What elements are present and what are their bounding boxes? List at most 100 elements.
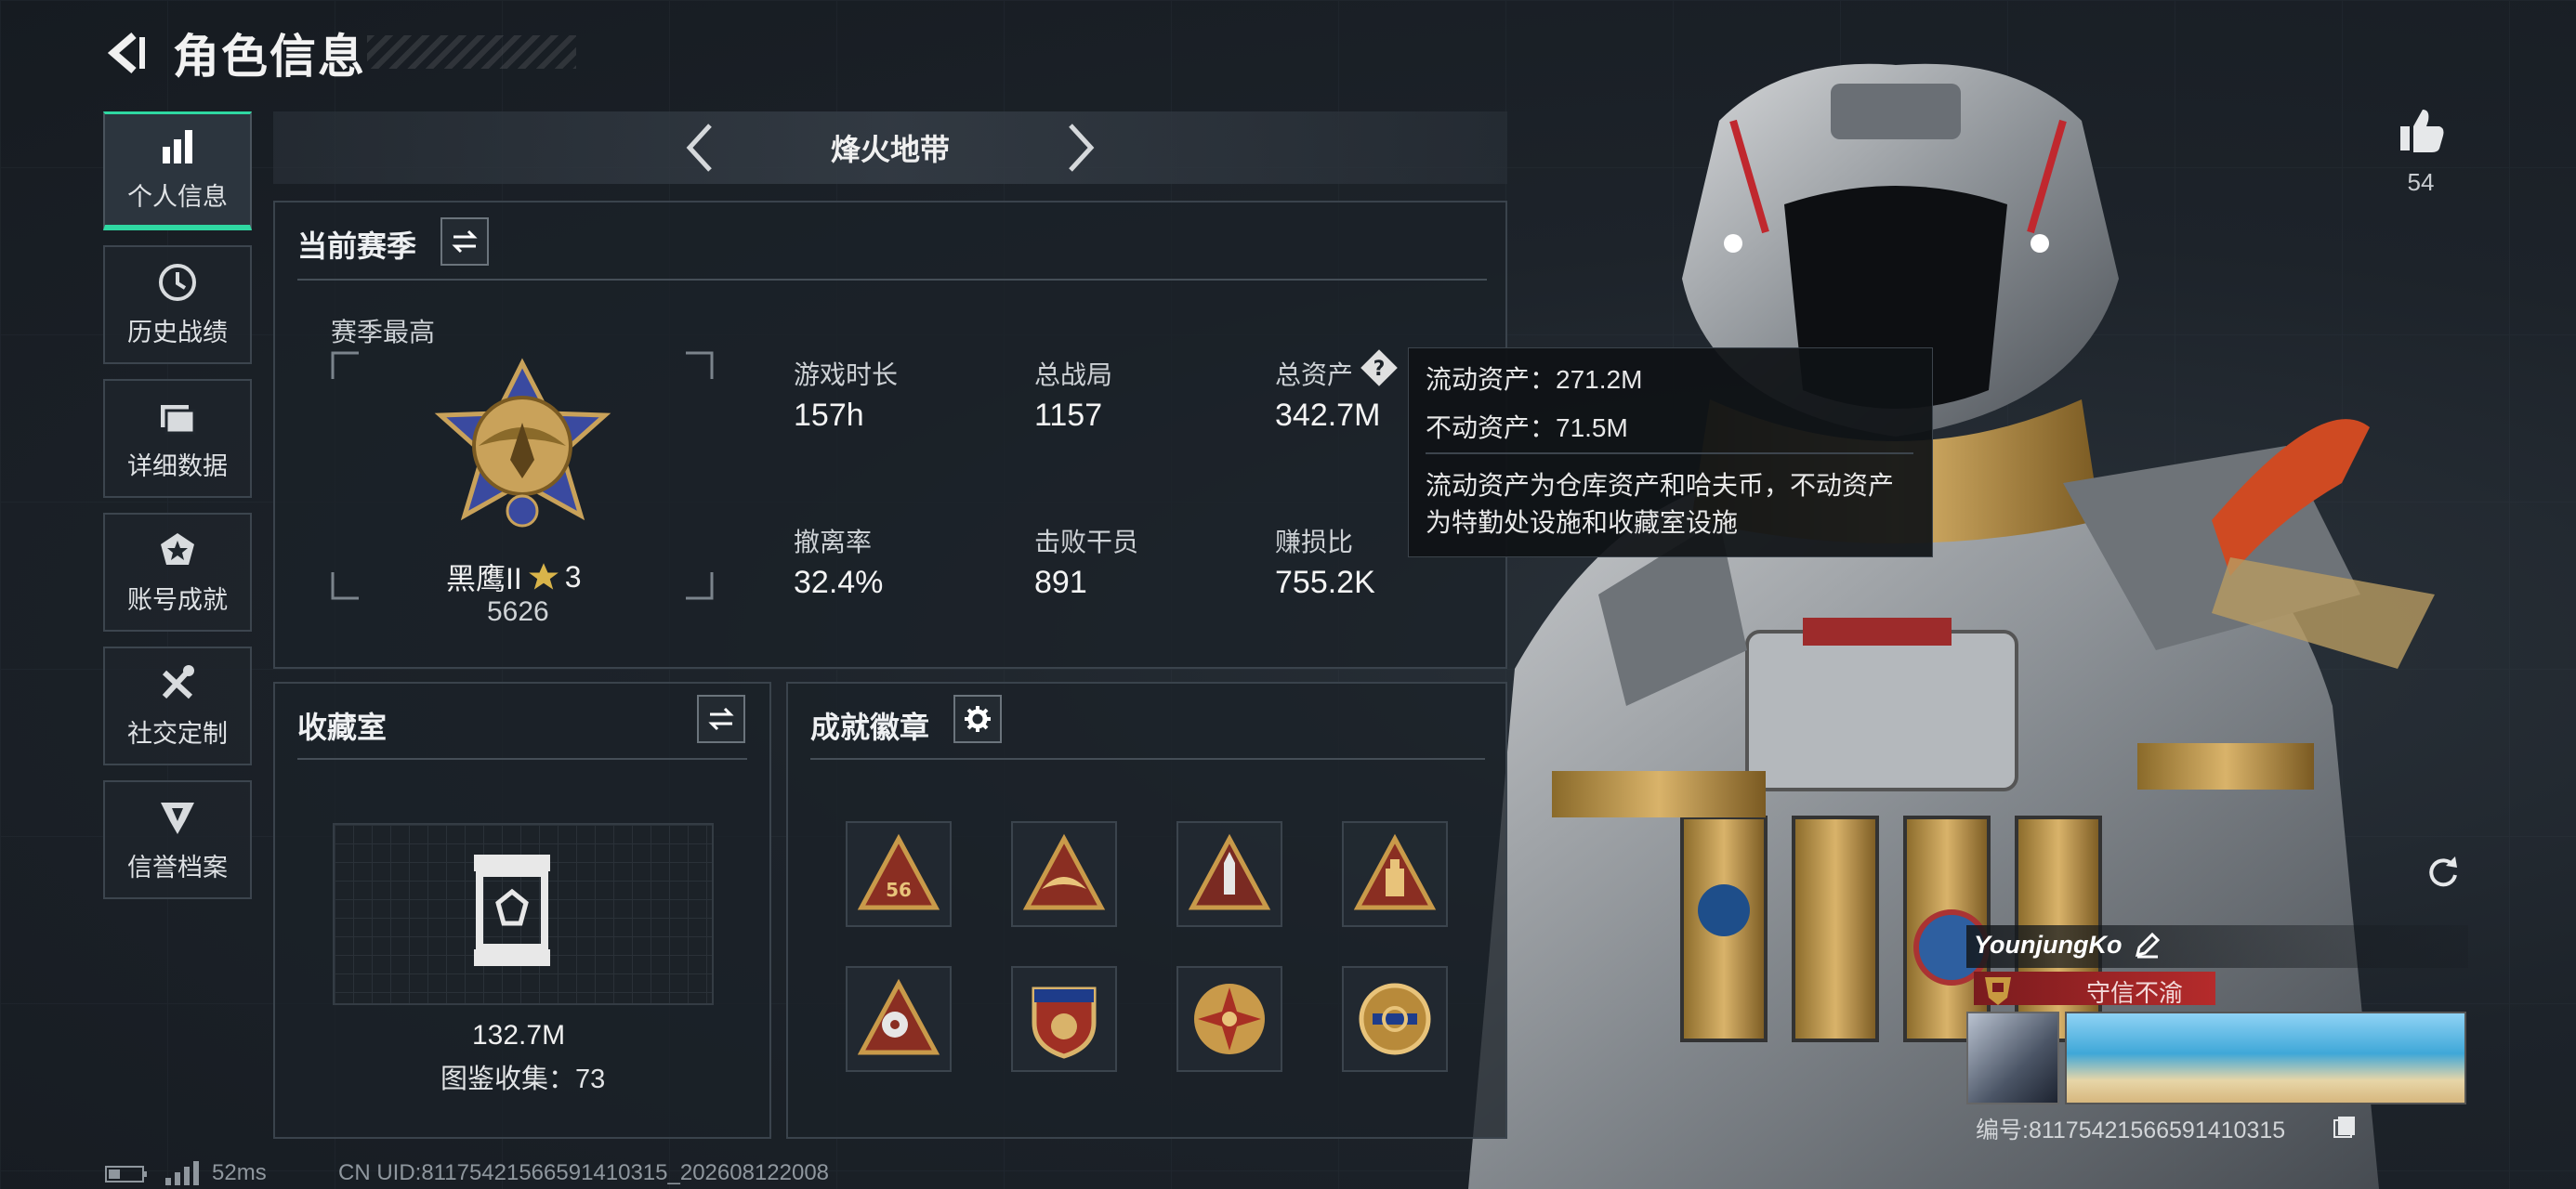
sidebar-item-label: 历史战绩 xyxy=(127,318,228,346)
stat-label-total-assets: 总资产 xyxy=(1275,360,1354,389)
badge-count-label: 56 xyxy=(886,879,912,901)
title-decoration xyxy=(367,35,576,69)
player-avatar[interactable] xyxy=(1966,1012,2059,1104)
back-arrow-icon[interactable] xyxy=(102,28,152,78)
badge-slot-3[interactable] xyxy=(1176,821,1282,927)
badge-triangle-wings-icon xyxy=(1022,833,1106,910)
cn-uid-text: CN UID:8117542156659141031​5_20260812200… xyxy=(338,1160,830,1185)
mode-next-button[interactable] xyxy=(1061,122,1098,174)
signal-icon xyxy=(165,1161,199,1185)
thumbs-up-icon xyxy=(2400,110,2444,152)
badges-settings-button[interactable] xyxy=(953,695,1002,743)
refresh-icon[interactable] xyxy=(2424,853,2461,890)
stat-value-kills: 891 xyxy=(1034,565,1087,600)
operator-character-art xyxy=(1468,63,2435,1189)
stat-value-playtime: 157h xyxy=(794,398,864,433)
svg-text:?: ? xyxy=(1373,358,1386,381)
tooltip-description-line2: 为特勤处设施和收藏室设施 xyxy=(1426,508,1739,537)
sidebar-item-credit-archive[interactable]: 信誉档案 xyxy=(103,780,252,899)
collection-codex: 图鉴收集：73 xyxy=(440,1065,606,1094)
clock-icon xyxy=(159,263,196,301)
tools-icon xyxy=(162,664,194,699)
stat-label-playtime: 游戏时长 xyxy=(794,360,899,389)
player-banner[interactable] xyxy=(2065,1012,2466,1104)
season-best-label: 赛季最高 xyxy=(331,318,436,346)
swap-icon xyxy=(708,707,734,731)
rank-score: 5626 xyxy=(487,596,549,627)
rank-stars: 3 xyxy=(564,559,582,594)
honor-badge-icon xyxy=(1985,977,2011,1005)
swap-icon xyxy=(452,229,478,254)
collection-value: 132.7M xyxy=(472,1020,566,1051)
sidebar: 个人信息 历史战绩 详细数据 账号成就 社交定制 信誉档案 xyxy=(103,111,254,914)
badge-slot-7[interactable] xyxy=(1176,966,1282,1072)
tooltip-description-line1: 流动资产为仓库资产和哈夫币，不动资产 xyxy=(1426,471,1895,500)
tooltip-liquid-assets: 流动资产：271.2M xyxy=(1426,365,1643,394)
page-title: 角色信息 xyxy=(173,31,366,83)
badge-round-crest-icon xyxy=(1359,983,1431,1055)
collection-divider xyxy=(297,758,747,760)
mode-title: 烽火地带 xyxy=(830,133,950,166)
chevron-left-icon xyxy=(686,124,712,172)
badge-cross-medal-icon xyxy=(1194,984,1265,1054)
stat-label-extraction-rate: 撤离率 xyxy=(794,528,873,556)
gear-icon xyxy=(965,706,991,732)
badge-triangle-bottle-icon xyxy=(1353,833,1437,910)
star-icon xyxy=(528,563,559,590)
page-header: 角色信息 xyxy=(102,20,366,85)
copy-icon[interactable] xyxy=(2333,1115,2357,1139)
stat-label-profit-ratio: 赚损比 xyxy=(1275,528,1354,556)
assets-tooltip: 流动资产：271.2M 不动资产：71.5M 流动资产为仓库资产和哈夫币，不动资… xyxy=(1408,347,1933,557)
badge-triangle-rocket-icon xyxy=(1188,833,1271,910)
season-switch-button[interactable] xyxy=(440,217,489,266)
stat-label-kills: 击败干员 xyxy=(1034,528,1139,556)
player-id: 编号:8117542156659141031​5 xyxy=(1976,1117,2286,1143)
collection-switch-button[interactable] xyxy=(697,695,745,743)
stat-value-total-assets: 342.7M xyxy=(1275,398,1381,433)
like-count: 54 xyxy=(2407,168,2435,196)
sidebar-item-label: 社交定制 xyxy=(127,719,228,748)
battery-icon xyxy=(105,1166,147,1182)
sidebar-item-detailed-data[interactable]: 详细数据 xyxy=(103,379,252,498)
mode-prev-button[interactable] xyxy=(682,122,719,174)
sidebar-item-personal-info[interactable]: 个人信息 xyxy=(103,111,252,230)
chevron-right-icon xyxy=(1069,124,1095,172)
stat-value-profit-ratio: 755.2K xyxy=(1275,565,1375,600)
sidebar-item-history[interactable]: 历史战绩 xyxy=(103,245,252,364)
tooltip-fixed-assets: 不动资产：71.5M xyxy=(1426,413,1628,442)
player-name: YounjungKo xyxy=(1974,931,2123,959)
mode-selector: 烽火地带 xyxy=(273,111,1507,184)
rank-name-text: 黑鹰II xyxy=(446,562,522,595)
sidebar-item-label: 账号成就 xyxy=(127,585,228,614)
sidebar-item-label: 信誉档案 xyxy=(127,853,228,882)
medal-icon xyxy=(161,532,194,565)
tooltip-divider xyxy=(1426,452,1913,454)
sidebar-item-label: 详细数据 xyxy=(127,451,228,480)
season-divider xyxy=(297,279,1487,281)
sidebar-item-social-custom[interactable]: 社交定制 xyxy=(103,647,252,765)
badge-slot-5[interactable] xyxy=(846,966,952,1072)
badge-slot-1[interactable]: 56 xyxy=(846,821,952,927)
shield-icon xyxy=(161,802,194,834)
sidebar-item-achievements[interactable]: 账号成就 xyxy=(103,513,252,632)
help-icon[interactable]: ? xyxy=(1359,347,1400,388)
badge-shield-emblem-icon xyxy=(1032,986,1097,1059)
ping-value: 52ms xyxy=(212,1160,267,1185)
rank-emblem-icon xyxy=(434,358,611,528)
stat-label-total-matches: 总战局 xyxy=(1034,360,1113,389)
edit-icon[interactable] xyxy=(2134,931,2162,959)
badge-triangle-gear-icon xyxy=(857,978,940,1055)
badges-divider xyxy=(810,758,1485,760)
bar-chart-icon xyxy=(163,130,192,163)
folder-icon xyxy=(161,404,196,434)
honor-title: 守信不渝 xyxy=(2086,979,2184,1007)
like-button[interactable]: 54 xyxy=(2393,104,2449,197)
badge-triangle-56-icon: 56 xyxy=(857,833,940,910)
badge-slot-4[interactable] xyxy=(1342,821,1448,927)
badge-slot-8[interactable] xyxy=(1342,966,1448,1072)
badge-slot-2[interactable] xyxy=(1011,821,1117,927)
collection-cabinet-icon xyxy=(474,855,550,966)
badge-slot-6[interactable] xyxy=(1011,966,1117,1072)
badges-title: 成就徽章 xyxy=(810,711,930,744)
season-title: 当前赛季 xyxy=(297,229,417,263)
